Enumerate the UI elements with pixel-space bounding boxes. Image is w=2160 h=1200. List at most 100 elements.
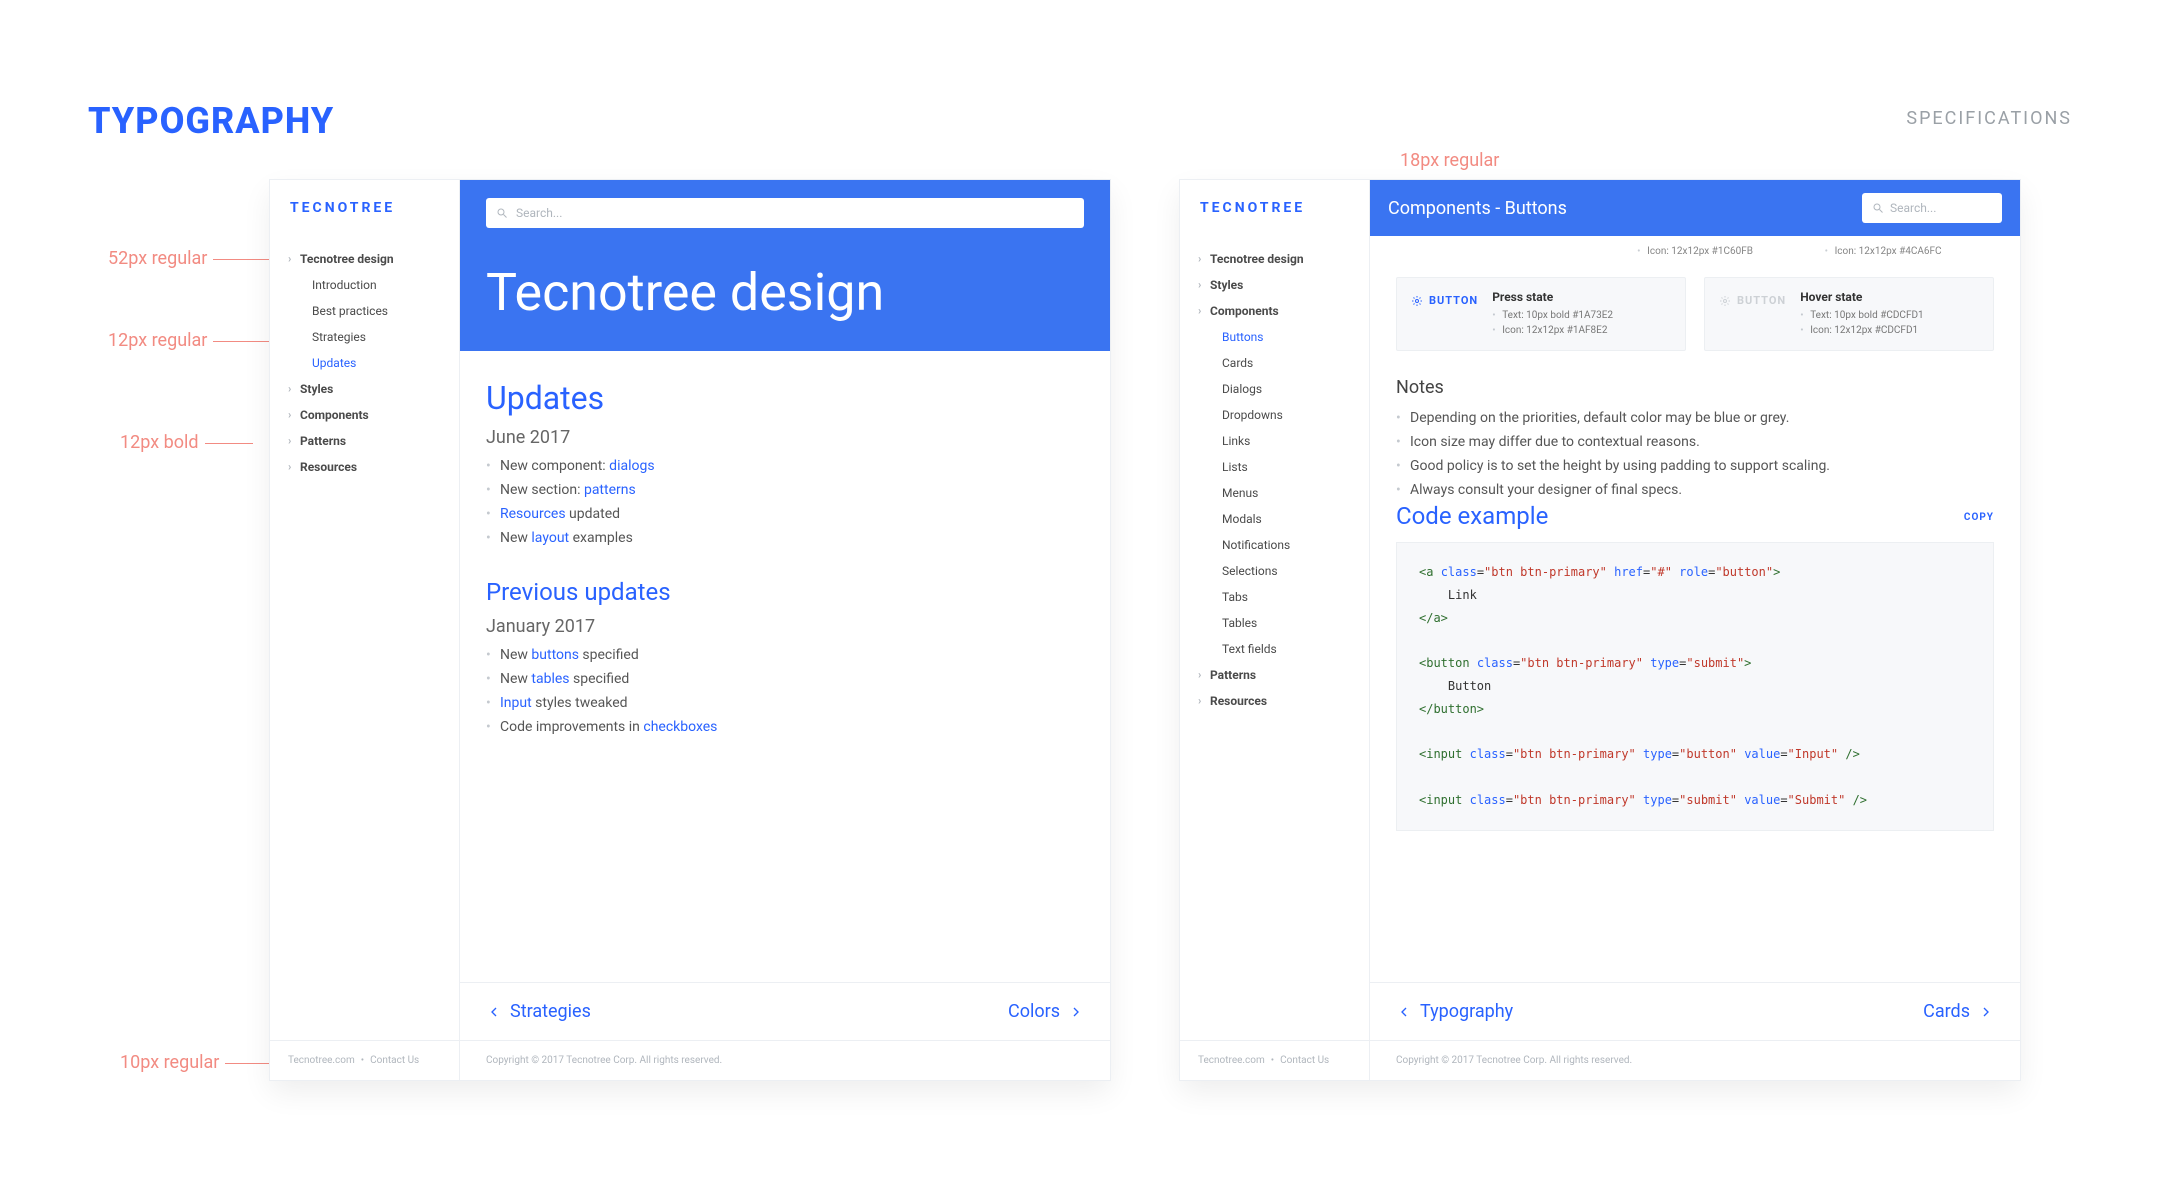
sidebar-item[interactable]: ›Components bbox=[290, 402, 441, 428]
sidebar-item[interactable]: › Resources bbox=[290, 454, 441, 480]
sidebar-item[interactable]: Text fields bbox=[1200, 636, 1351, 662]
section-previous: Previous updates bbox=[486, 578, 1084, 606]
sidebar-item[interactable]: Best practices bbox=[290, 298, 441, 324]
sidebar-item[interactable]: Dropdowns bbox=[1200, 402, 1351, 428]
chevron-icon: › bbox=[1198, 278, 1201, 291]
press-spec-1: Text: 10px bold #1A73E2 bbox=[1492, 308, 1613, 323]
chevron-icon: › bbox=[1198, 252, 1201, 265]
footer-link-site[interactable]: Tecnotree.com bbox=[288, 1055, 355, 1066]
notes-list: Depending on the priorities, default col… bbox=[1396, 406, 1994, 502]
sidebar-item[interactable]: Notifications bbox=[1200, 532, 1351, 558]
button-sample: BUTTON bbox=[1411, 290, 1478, 307]
chevron-icon: › bbox=[288, 460, 291, 473]
footer-copyright: Copyright © 2017 Tecnotree Corp. All rig… bbox=[1370, 1041, 2020, 1080]
sidebar-item-label: Updates bbox=[312, 356, 356, 370]
inline-link[interactable]: patterns bbox=[584, 482, 636, 498]
spec-top-1: Icon: 12x12px #1C60FB bbox=[1637, 244, 1806, 259]
sidebar-item[interactable]: Introduction bbox=[290, 272, 441, 298]
sidebar-item[interactable]: ›Patterns bbox=[290, 428, 441, 454]
sidebar-item-label: Styles bbox=[1210, 278, 1243, 292]
footer-link-contact[interactable]: Contact Us bbox=[1280, 1055, 1329, 1066]
sidebar-item[interactable]: ›Patterns bbox=[1200, 662, 1351, 688]
list-item: New layout examples bbox=[486, 526, 1084, 550]
copy-button[interactable]: COPY bbox=[1964, 512, 1994, 523]
note-item: Good policy is to set the height by usin… bbox=[1396, 454, 1994, 478]
sidebar-item[interactable]: Menus bbox=[1200, 480, 1351, 506]
pager-next[interactable]: Colors bbox=[1008, 1001, 1084, 1022]
inline-link[interactable]: tables bbox=[531, 671, 569, 687]
spec-top-2: Icon: 12x12px #4CA6FC bbox=[1825, 244, 1994, 259]
list-item: New buttons specified bbox=[486, 643, 1084, 667]
pager: Typography Cards bbox=[1370, 982, 2020, 1040]
inline-link[interactable]: Resources bbox=[500, 506, 566, 522]
sidebar-item[interactable]: Selections bbox=[1200, 558, 1351, 584]
sidebar-item-label: Patterns bbox=[300, 434, 346, 448]
sidebar-item[interactable]: › Tecnotree design bbox=[1200, 246, 1351, 272]
sidebar-item[interactable]: Links bbox=[1200, 428, 1351, 454]
hero: Search... Tecnotree design bbox=[460, 180, 1110, 351]
sidebar-item[interactable]: Tables bbox=[1200, 610, 1351, 636]
sidebar-item[interactable]: › Styles bbox=[1200, 272, 1351, 298]
sidebar-item[interactable]: ›Resources bbox=[1200, 688, 1351, 714]
pager-prev[interactable]: Typography bbox=[1396, 1001, 1513, 1022]
note-item: Icon size may differ due to contextual r… bbox=[1396, 430, 1994, 454]
inline-link[interactable]: checkboxes bbox=[643, 719, 717, 735]
press-spec-2: Icon: 12x12px #1AF8E2 bbox=[1492, 323, 1613, 338]
topbar: Components - Buttons Search... bbox=[1370, 180, 2020, 236]
pager-next[interactable]: Cards bbox=[1923, 1001, 1994, 1022]
pager: Strategies Colors bbox=[460, 982, 1110, 1040]
pager-prev[interactable]: Strategies bbox=[486, 1001, 591, 1022]
sidebar-item-label: Introduction bbox=[312, 278, 377, 292]
sidebar-item-label: Resources bbox=[300, 460, 357, 474]
sidebar-item-label: Selections bbox=[1222, 564, 1278, 578]
sidebar-item-label: Best practices bbox=[312, 304, 388, 318]
date-june: June 2017 bbox=[486, 427, 1084, 448]
spec-frame-buttons: TECNOTREE › Tecnotree design › Styles ›Compo… bbox=[1180, 180, 2020, 1080]
sidebar-item[interactable]: Buttons bbox=[1200, 324, 1351, 350]
sidebar-item[interactable]: Tabs bbox=[1200, 584, 1351, 610]
nav: › Tecnotree design › Styles ›ComponentsButto… bbox=[1200, 246, 1351, 714]
list-item: New component: dialogs bbox=[486, 454, 1084, 478]
code-block: <a class="btn btn-primary" href="#" role… bbox=[1396, 542, 1994, 831]
sidebar-item[interactable]: ›Components bbox=[1200, 298, 1351, 324]
search-input[interactable]: Search... bbox=[1862, 193, 2002, 223]
date-january: January 2017 bbox=[486, 616, 1084, 637]
footer-link-site[interactable]: Tecnotree.com bbox=[1198, 1055, 1265, 1066]
sidebar-item-label: Text fields bbox=[1222, 642, 1277, 656]
inline-link[interactable]: dialogs bbox=[609, 458, 654, 474]
brand-logo: TECNOTREE bbox=[290, 200, 441, 216]
state-press: BUTTON Press state Text: 10px bold #1A73… bbox=[1396, 277, 1686, 351]
arrow-right-icon bbox=[1068, 1004, 1084, 1020]
search-input[interactable]: Search... bbox=[486, 198, 1084, 228]
annot-52r: 52px regular bbox=[108, 248, 279, 269]
sidebar-item[interactable]: Cards bbox=[1200, 350, 1351, 376]
sidebar-item[interactable]: Strategies bbox=[290, 324, 441, 350]
state-hover: BUTTON Hover state Text: 10px bold #CDCF… bbox=[1704, 277, 1994, 351]
inline-link[interactable]: Input bbox=[500, 695, 532, 711]
sidebar-item[interactable]: Dialogs bbox=[1200, 376, 1351, 402]
sidebar-item-label: Dialogs bbox=[1222, 382, 1262, 396]
sidebar-item[interactable]: ›Tecnotree design bbox=[290, 246, 441, 272]
brand-logo: TECNOTREE bbox=[1200, 200, 1351, 216]
spec-frame-updates: TECNOTREE ›Tecnotree designIntroductionB… bbox=[270, 180, 1110, 1080]
sidebar-item-label: Tecnotree design bbox=[1210, 252, 1304, 266]
sidebar-item-label: Dropdowns bbox=[1222, 408, 1283, 422]
page-title: Tecnotree design bbox=[486, 262, 1084, 323]
inline-link[interactable]: buttons bbox=[531, 647, 579, 663]
hover-title: Hover state bbox=[1800, 290, 1923, 304]
sidebar-item-label: Patterns bbox=[1210, 668, 1256, 682]
sidebar-item[interactable]: Modals bbox=[1200, 506, 1351, 532]
footer-link-contact[interactable]: Contact Us bbox=[370, 1055, 419, 1066]
content: Icon: 12x12px #1C60FB Icon: 12x12px #4CA… bbox=[1370, 236, 2020, 982]
list-item: Code improvements in checkboxes bbox=[486, 715, 1084, 739]
sidebar-item[interactable]: ›Styles bbox=[290, 376, 441, 402]
sidebar-item-label: Strategies bbox=[312, 330, 366, 344]
gear-icon bbox=[1719, 295, 1731, 307]
inline-link[interactable]: layout bbox=[531, 530, 569, 546]
sidebar-item[interactable]: Lists bbox=[1200, 454, 1351, 480]
sidebar-item-label: Links bbox=[1222, 434, 1250, 448]
sidebar-item-label: Lists bbox=[1222, 460, 1248, 474]
sidebar-item[interactable]: Updates bbox=[290, 350, 441, 376]
sidebar-item-label: Menus bbox=[1222, 486, 1258, 500]
annot-12b: 12px bold bbox=[120, 432, 259, 453]
